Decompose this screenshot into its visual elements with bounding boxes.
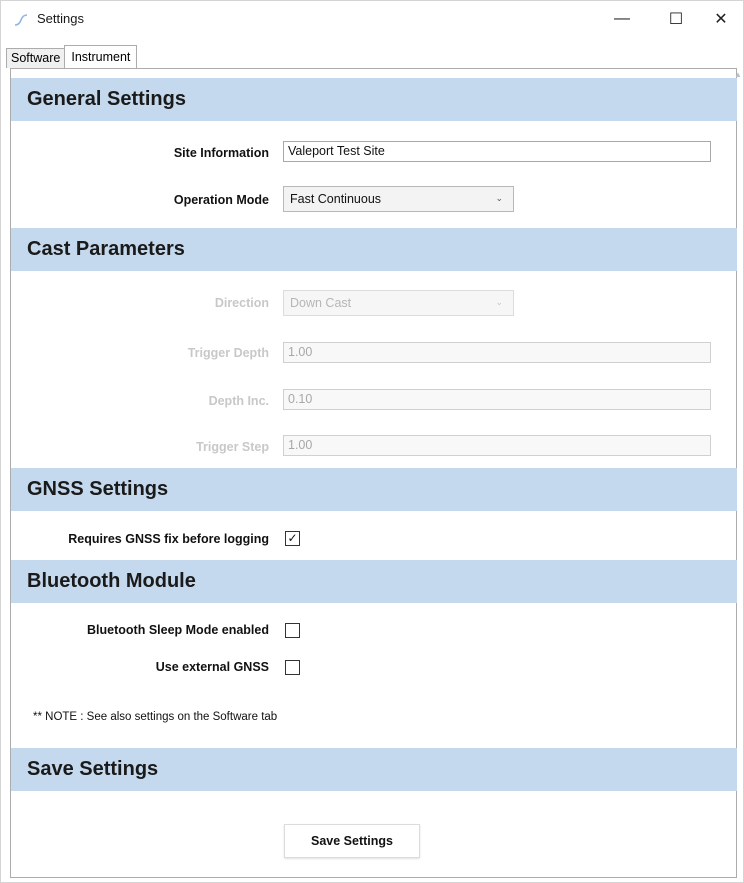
section-title: Save Settings (27, 758, 159, 780)
close-button[interactable]: ✕ (698, 1, 744, 37)
tab-strip: Software Instrument (6, 45, 138, 68)
save-settings-button[interactable]: Save Settings (284, 824, 420, 858)
section-save-settings: Save Settings (11, 748, 737, 791)
section-general-settings: General Settings (11, 78, 737, 121)
checkmark-icon: ✓ (287, 531, 298, 545)
direction-value: Down Cast (290, 296, 352, 310)
maximize-button[interactable]: ☐ (653, 1, 699, 37)
direction-label: Direction (214, 296, 269, 310)
maximize-icon: ☐ (668, 11, 684, 28)
close-icon: ✕ (714, 11, 728, 28)
direction-select[interactable]: Down Cast ⌄ (283, 290, 514, 316)
use-external-gnss-label: Use external GNSS (155, 660, 269, 674)
depth-inc-label: Depth Inc. (208, 394, 269, 408)
section-bluetooth-module: Bluetooth Module (11, 560, 737, 603)
chevron-down-icon: ⌄ (495, 297, 503, 307)
use-external-gnss-checkbox[interactable] (285, 660, 300, 675)
operation-mode-value: Fast Continuous (290, 192, 382, 206)
bluetooth-sleep-mode-label: Bluetooth Sleep Mode enabled (87, 623, 269, 637)
minimize-icon: — (614, 10, 630, 27)
section-title: General Settings (27, 88, 186, 110)
settings-window: Settings — ☐ ✕ Software Instrument ▲ Gen… (0, 0, 744, 883)
section-cast-parameters: Cast Parameters (11, 228, 737, 271)
section-title: Bluetooth Module (27, 570, 196, 592)
trigger-depth-input[interactable]: 1.00 (283, 342, 711, 363)
software-tab-note: ** NOTE : See also settings on the Softw… (33, 711, 278, 723)
title-bar: Settings — ☐ ✕ (1, 1, 743, 37)
operation-mode-select[interactable]: Fast Continuous ⌄ (283, 186, 514, 212)
site-information-label: Site Information (173, 146, 269, 160)
minimize-button[interactable]: — (599, 1, 645, 37)
chevron-down-icon: ⌄ (495, 193, 503, 203)
bluetooth-sleep-mode-checkbox[interactable] (285, 623, 300, 638)
trigger-step-label: Trigger Step (196, 440, 269, 454)
section-gnss-settings: GNSS Settings (11, 468, 737, 511)
app-wave-icon (13, 12, 29, 28)
site-information-input[interactable]: Valeport Test Site (283, 141, 711, 162)
tab-software[interactable]: Software (6, 48, 66, 68)
trigger-step-input[interactable]: 1.00 (283, 435, 711, 456)
window-title: Settings (37, 11, 84, 26)
tab-instrument[interactable]: Instrument (64, 45, 138, 68)
requires-gnss-fix-label: Requires GNSS fix before logging (68, 532, 269, 546)
operation-mode-label: Operation Mode (173, 193, 269, 207)
requires-gnss-fix-checkbox[interactable]: ✓ (285, 531, 300, 546)
depth-inc-input[interactable]: 0.10 (283, 389, 711, 410)
section-title: Cast Parameters (27, 238, 185, 260)
trigger-depth-label: Trigger Depth (187, 346, 269, 360)
section-title: GNSS Settings (27, 478, 169, 500)
